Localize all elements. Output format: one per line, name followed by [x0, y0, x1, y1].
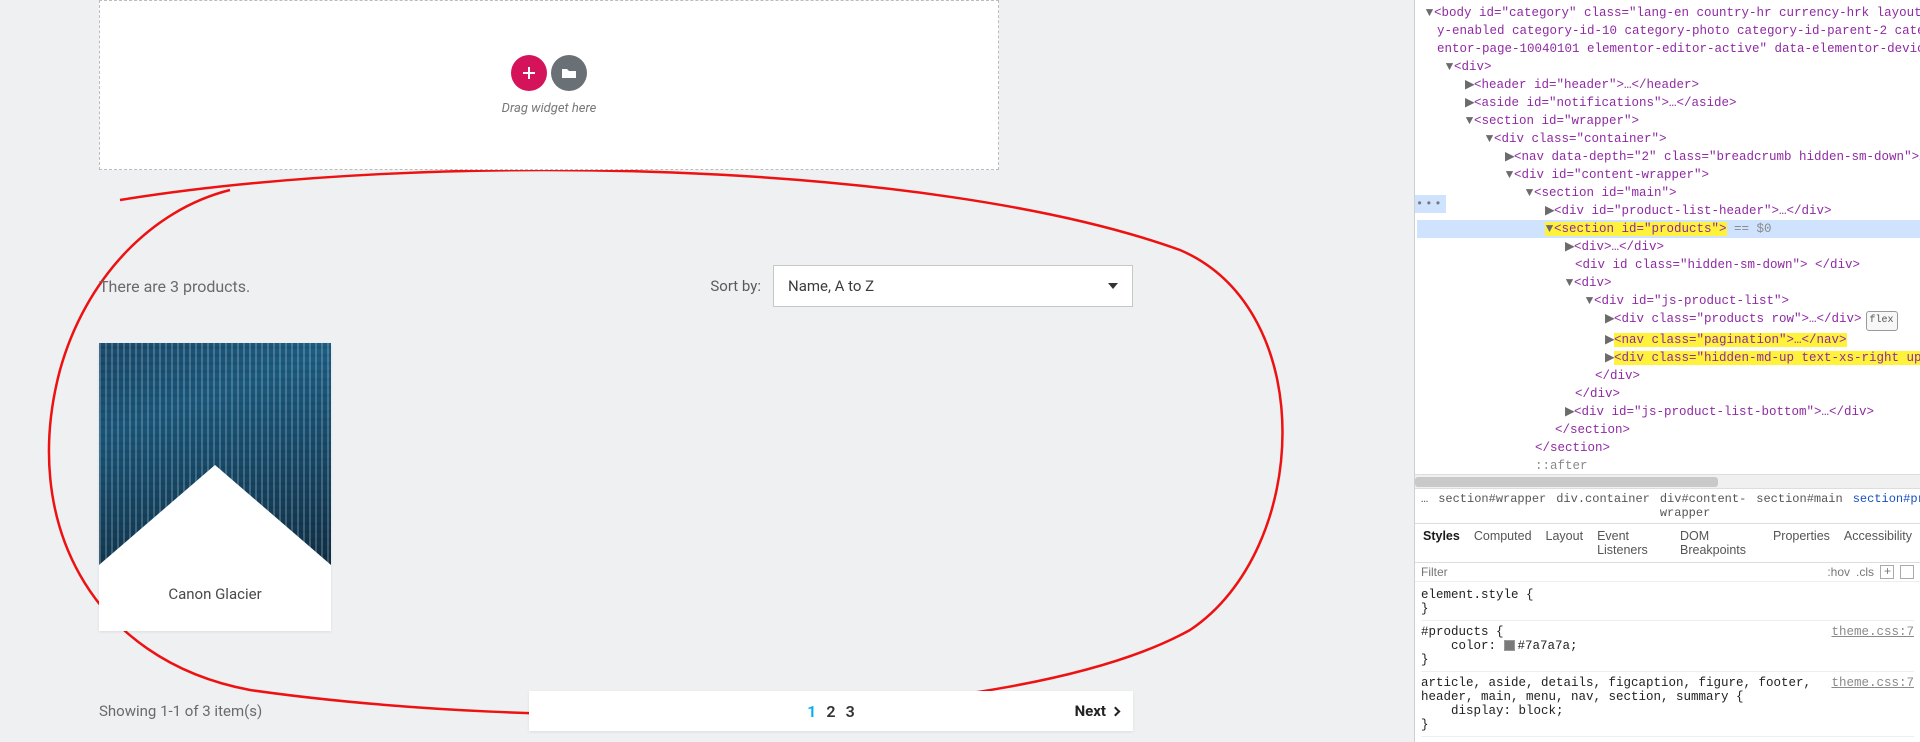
dom-breadcrumb[interactable]: … section#wrapper div.container div#cont… [1415, 488, 1920, 524]
cls-toggle[interactable]: .cls [1856, 565, 1874, 579]
hov-toggle[interactable]: :hov [1827, 565, 1850, 579]
product-card[interactable]: Canon Glacier [99, 343, 331, 631]
selected-line-marker: ••• [1415, 195, 1446, 213]
tab-computed[interactable]: Computed [1474, 529, 1532, 557]
product-image [99, 343, 331, 565]
tab-layout[interactable]: Layout [1546, 529, 1584, 557]
chevron-down-icon [1108, 283, 1118, 289]
style-source-link[interactable]: theme.css:7 [1831, 676, 1914, 690]
tab-event-listeners[interactable]: Event Listeners [1597, 529, 1666, 557]
dom-tree[interactable]: ••• ▼<body id="category" class="lang-en … [1415, 0, 1920, 474]
drag-widget-hint: Drag widget here [502, 101, 597, 116]
page-3[interactable]: 3 [846, 702, 855, 721]
flex-badge[interactable]: flex [1866, 311, 1898, 331]
chevron-right-icon [1111, 706, 1121, 716]
dom-horizontal-scrollbar[interactable] [1415, 474, 1920, 488]
style-source-link[interactable]: theme.css:7 [1831, 625, 1914, 639]
devtools-panel: ••• ▼<body id="category" class="lang-en … [1414, 0, 1920, 742]
styles-pane[interactable]: element.style { } theme.css:7 #products … [1415, 582, 1920, 742]
page-2[interactable]: 2 [826, 702, 835, 721]
color-swatch[interactable] [1504, 640, 1515, 651]
box-model-button[interactable] [1900, 565, 1914, 579]
tab-dom-breakpoints[interactable]: DOM Breakpoints [1680, 529, 1759, 557]
widget-drop-zone[interactable]: Drag widget here [99, 0, 999, 170]
pagination: 1 2 3 Next [529, 691, 1133, 731]
tab-properties[interactable]: Properties [1773, 529, 1830, 557]
pagination-next[interactable]: Next [1075, 702, 1119, 720]
tab-styles[interactable]: Styles [1423, 529, 1460, 557]
sort-select[interactable]: Name, A to Z [773, 265, 1133, 307]
folder-widget-button[interactable] [551, 55, 587, 91]
add-widget-button[interactable] [511, 55, 547, 91]
product-count-text: There are 3 products. [99, 277, 250, 296]
showing-text: Showing 1-1 of 3 item(s) [99, 702, 529, 720]
page-1[interactable]: 1 [807, 702, 816, 721]
tab-accessibility[interactable]: Accessibility [1844, 529, 1912, 557]
product-title: Canon Glacier [99, 565, 331, 631]
selected-dom-node[interactable]: ▼<section id="products"> == $0 [1417, 220, 1920, 238]
new-style-button[interactable]: + [1880, 565, 1894, 579]
styles-tabs[interactable]: Styles Computed Layout Event Listeners D… [1415, 524, 1920, 563]
sort-by-label: Sort by: [710, 277, 761, 295]
styles-filter-input[interactable] [1421, 565, 1827, 579]
sort-select-value: Name, A to Z [788, 277, 874, 295]
